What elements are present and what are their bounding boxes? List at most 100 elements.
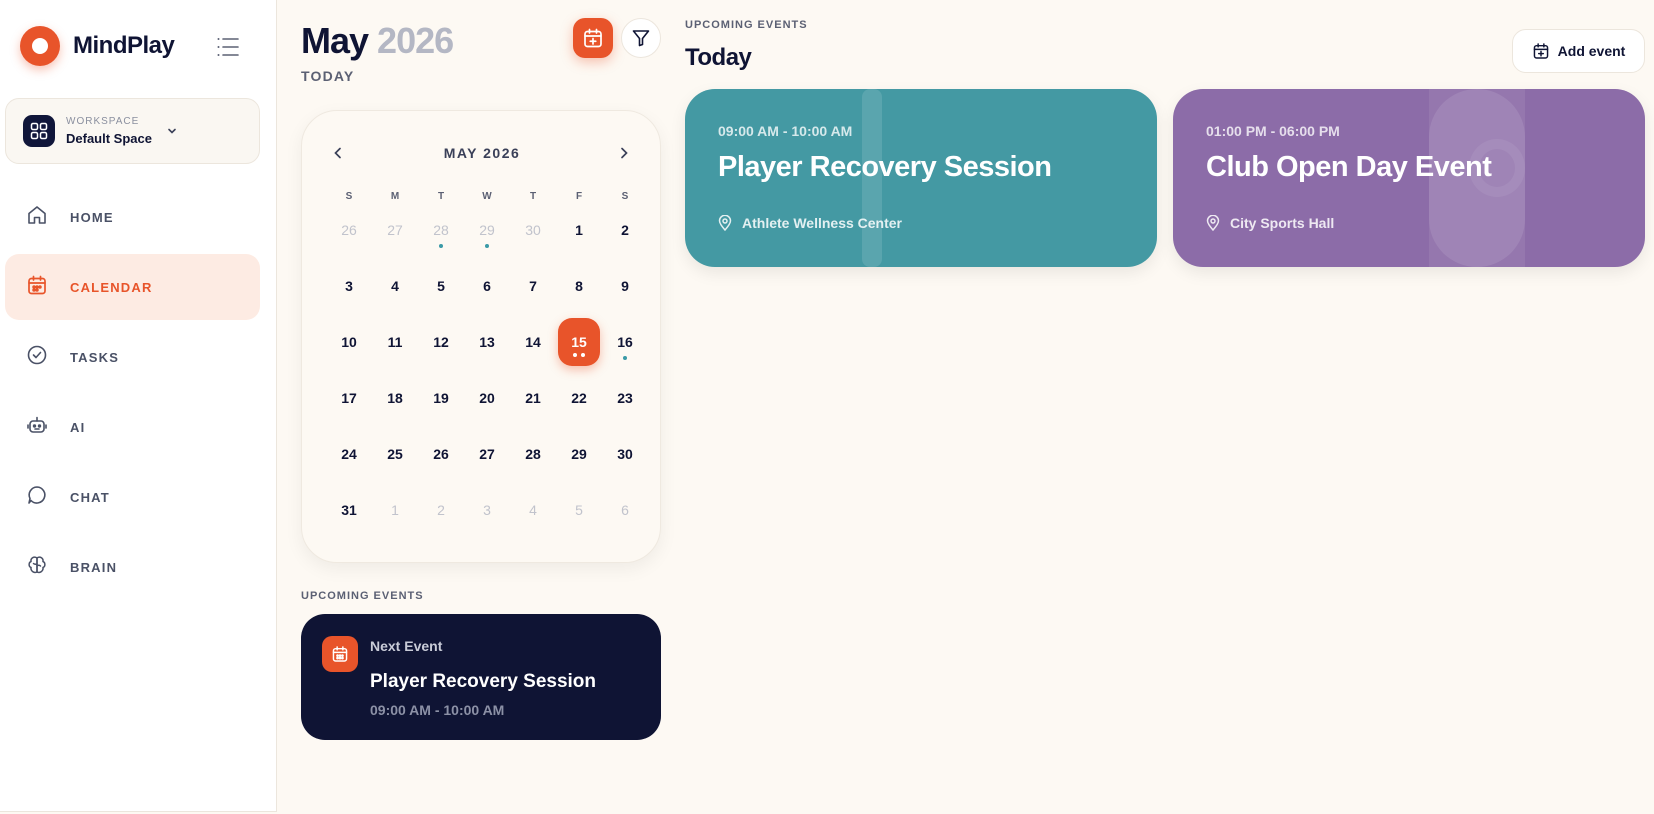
calendar-day[interactable]: 11 xyxy=(372,326,418,382)
calendar-day[interactable]: 13 xyxy=(464,326,510,382)
calendar-day[interactable]: 4 xyxy=(510,494,556,550)
calendar-day[interactable]: 28 xyxy=(510,438,556,494)
calendar-day[interactable]: 26 xyxy=(418,438,464,494)
day-number: 9 xyxy=(621,278,629,294)
day-number: 23 xyxy=(617,390,633,406)
calendar-day[interactable]: 17 xyxy=(326,382,372,438)
location-pin-icon xyxy=(718,215,732,231)
calendar-day[interactable]: 14 xyxy=(510,326,556,382)
calendar-day[interactable]: 7 xyxy=(510,270,556,326)
calendar-day[interactable]: 26 xyxy=(326,214,372,270)
day-number: 31 xyxy=(341,502,357,518)
add-calendar-button[interactable] xyxy=(573,18,613,58)
day-number: 2 xyxy=(437,502,445,518)
calendar-day[interactable]: 6 xyxy=(602,494,648,550)
calendar-day[interactable]: 20 xyxy=(464,382,510,438)
calendar-day[interactable]: 30 xyxy=(510,214,556,270)
filter-icon xyxy=(632,30,650,47)
event-dots xyxy=(573,353,585,357)
calendar-day[interactable]: 31 xyxy=(326,494,372,550)
calendar-month-label: MAY 2026 xyxy=(443,145,521,161)
calendar-day[interactable]: 30 xyxy=(602,438,648,494)
calendar-day[interactable]: 19 xyxy=(418,382,464,438)
calendar-day[interactable]: 24 xyxy=(326,438,372,494)
calendar-day[interactable]: 2 xyxy=(418,494,464,550)
today-button[interactable]: TODAY xyxy=(301,68,354,84)
day-number: 27 xyxy=(479,446,495,462)
day-number: 29 xyxy=(479,222,495,238)
weekday-label: W xyxy=(482,191,492,202)
logo xyxy=(20,26,60,66)
event-location: City Sports Hall xyxy=(1206,215,1334,231)
day-number: 3 xyxy=(483,502,491,518)
day-number: 16 xyxy=(617,334,633,350)
calendar-day[interactable]: 23 xyxy=(602,382,648,438)
calendar-day[interactable]: 25 xyxy=(372,438,418,494)
menu-list-icon[interactable] xyxy=(216,36,240,58)
event-dot xyxy=(439,244,443,248)
day-number: 5 xyxy=(437,278,445,294)
nav-label: BRAIN xyxy=(70,559,118,575)
calendar-day[interactable]: 2 xyxy=(602,214,648,270)
next-event-card[interactable]: Next Event Player Recovery Session 09:00… xyxy=(301,614,661,740)
nav-item-chat[interactable]: CHAT xyxy=(5,464,260,530)
brand[interactable]: MindPlay xyxy=(20,26,175,66)
next-event-time: 09:00 AM - 10:00 AM xyxy=(370,702,505,718)
calendar-day[interactable]: 29 xyxy=(464,214,510,270)
nav-label: TASKS xyxy=(70,349,120,365)
month-name: May xyxy=(301,20,369,61)
calendar-day[interactable]: 3 xyxy=(326,270,372,326)
event-location: Athlete Wellness Center xyxy=(718,215,902,231)
calendar-day[interactable]: 21 xyxy=(510,382,556,438)
day-grid: 26 27 28 29 30 1 2 3 4 5 6 7 8 9 10 11 12 13 14 15 16 17 18 19 2… xyxy=(326,214,648,550)
event-card[interactable]: 01:00 PM - 06:00 PM Club Open Day Event … xyxy=(1173,89,1645,267)
calendar-day[interactable]: 4 xyxy=(372,270,418,326)
calendar-day[interactable]: 5 xyxy=(556,494,602,550)
weekday-label: F xyxy=(575,191,583,202)
day-number: 1 xyxy=(391,502,399,518)
calendar-day[interactable]: 28 xyxy=(418,214,464,270)
calendar-day[interactable]: 1 xyxy=(556,214,602,270)
nav-item-tasks[interactable]: TASKS xyxy=(5,324,260,390)
calendar-day[interactable]: 5 xyxy=(418,270,464,326)
filter-button[interactable] xyxy=(621,18,661,58)
calendar-day[interactable]: 1 xyxy=(372,494,418,550)
calendar-day[interactable]: 27 xyxy=(464,438,510,494)
day-number: 6 xyxy=(621,502,629,518)
nav-item-home[interactable]: HOME xyxy=(5,184,260,250)
day-number: 22 xyxy=(571,390,587,406)
upcoming-events-label: UPCOMING EVENTS xyxy=(301,590,424,602)
chevron-right-icon[interactable] xyxy=(612,141,636,165)
calendar-day[interactable]: 3 xyxy=(464,494,510,550)
calendar-day[interactable]: 6 xyxy=(464,270,510,326)
day-number: 11 xyxy=(387,334,403,350)
calendar-day[interactable]: 12 xyxy=(418,326,464,382)
workspace-label: WORKSPACE xyxy=(66,116,140,127)
calendar-day[interactable]: 22 xyxy=(556,382,602,438)
calendar-day[interactable]: 16 xyxy=(602,326,648,382)
event-card[interactable]: 09:00 AM - 10:00 AM Player Recovery Sess… xyxy=(685,89,1157,267)
day-number: 5 xyxy=(575,502,583,518)
calendar-day-selected[interactable]: 15 xyxy=(556,318,602,382)
calendar-day[interactable]: 10 xyxy=(326,326,372,382)
nav-item-brain[interactable]: BRAIN xyxy=(5,534,260,600)
chevron-down-icon xyxy=(166,124,178,142)
day-number: 27 xyxy=(387,222,403,238)
nav-item-ai[interactable]: AI xyxy=(5,394,260,460)
event-dot xyxy=(485,244,489,248)
workspace-selector[interactable]: WORKSPACE Default Space xyxy=(5,98,260,164)
weekday-label: T xyxy=(437,191,445,202)
calendar-day[interactable]: 29 xyxy=(556,438,602,494)
add-event-button[interactable]: Add event xyxy=(1512,29,1645,73)
day-number: 30 xyxy=(617,446,633,462)
day-number: 18 xyxy=(387,390,403,406)
grid-icon xyxy=(23,115,55,147)
calendar-day[interactable]: 9 xyxy=(602,270,648,326)
event-time: 01:00 PM - 06:00 PM xyxy=(1206,123,1340,139)
calendar-day[interactable]: 18 xyxy=(372,382,418,438)
weekday-label: T xyxy=(529,191,537,202)
weekday-label: S xyxy=(621,191,629,202)
event-location-text: City Sports Hall xyxy=(1230,215,1335,231)
calendar-day[interactable]: 27 xyxy=(372,214,418,270)
nav-item-calendar[interactable]: CALENDAR xyxy=(5,254,260,320)
